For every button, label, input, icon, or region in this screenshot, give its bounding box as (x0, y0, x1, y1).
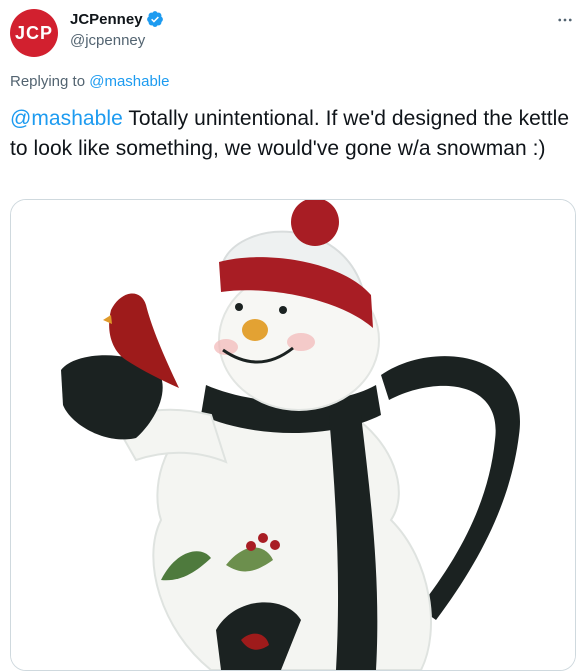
tweet-media[interactable] (10, 199, 576, 671)
more-options-button[interactable] (553, 8, 577, 32)
handle[interactable]: @jcpenney (70, 32, 145, 49)
avatar[interactable]: JCP (10, 9, 58, 57)
ellipsis-icon (558, 18, 572, 22)
tweet-text: @mashable Totally unintentional. If we'd… (10, 104, 570, 164)
author-name-row: JCPenney (70, 10, 164, 28)
replying-to-line: Replying to @mashable (10, 73, 170, 90)
avatar-logo-text: JCP (14, 22, 53, 43)
tweet: JCP JCPenney @jcpenney Replying to @mash… (0, 0, 583, 671)
replying-to-mention-link[interactable]: @mashable (89, 73, 169, 90)
replying-to-label: Replying to (10, 73, 86, 90)
tweet-mention-link[interactable]: @mashable (10, 107, 123, 130)
verified-badge-icon (146, 11, 163, 27)
snowman-kettle-image (11, 200, 575, 670)
display-name[interactable]: JCPenney (70, 11, 143, 28)
